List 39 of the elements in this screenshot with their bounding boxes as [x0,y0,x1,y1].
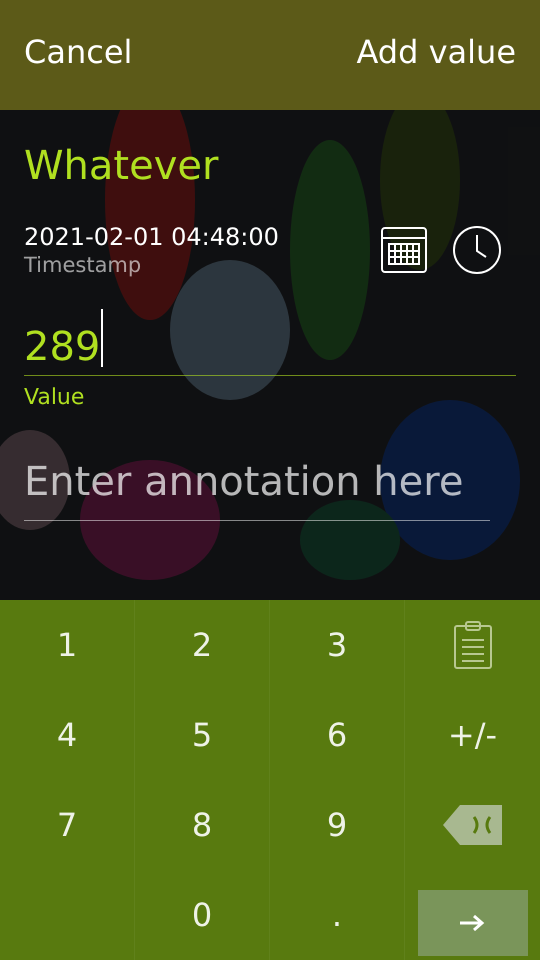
annotation-field[interactable]: Enter annotation here [24,452,490,521]
key-label: 5 [192,715,212,756]
key-label: +/- [448,715,498,756]
key-label: 4 [56,715,78,756]
keyboard-key[interactable]: +/- [405,690,540,780]
clock-icon[interactable] [452,225,502,276]
backspace-icon [442,804,504,846]
keyboard-key[interactable]: 8 [135,780,269,870]
key-label: 2 [192,625,212,666]
calendar-icon[interactable] [380,226,428,274]
key-label: 3 [326,625,348,666]
keyboard-key[interactable]: 4 [0,690,134,780]
keyboard-key[interactable]: 6 [270,690,404,780]
keyboard-key[interactable]: 3 [270,600,404,690]
key-label: 6 [326,715,348,756]
keyboard-key[interactable]: 5 [135,690,269,780]
keyboard-key[interactable]: 7 [0,780,134,870]
value-text: 289 [24,327,100,368]
keyboard-key[interactable]: 0 [135,870,269,960]
key-label: 7 [56,805,78,846]
key-label: 8 [192,805,212,846]
clipboard-icon [452,620,494,670]
keyboard-key[interactable]: . [270,870,404,960]
value-label: Value [24,384,86,412]
page-title: Whatever [24,146,220,186]
key-label: 9 [326,805,348,846]
key-label: 1 [56,625,78,666]
timestamp-label: Timestamp [24,252,142,278]
value-field[interactable]: 289 [24,310,516,376]
key-label: 0 [192,895,212,936]
arrow-right-icon [458,914,486,932]
timestamp-value: 2021-02-01 04:48:00 [24,222,280,252]
keyboard-key[interactable]: 2 [135,600,269,690]
add-value-button[interactable]: Add value [356,36,516,68]
text-cursor [101,309,104,368]
key-label: . [332,895,342,936]
keyboard-key[interactable]: 1 [0,600,134,690]
cancel-button[interactable]: Cancel [24,36,132,68]
keyboard-key[interactable]: 9 [270,780,404,870]
